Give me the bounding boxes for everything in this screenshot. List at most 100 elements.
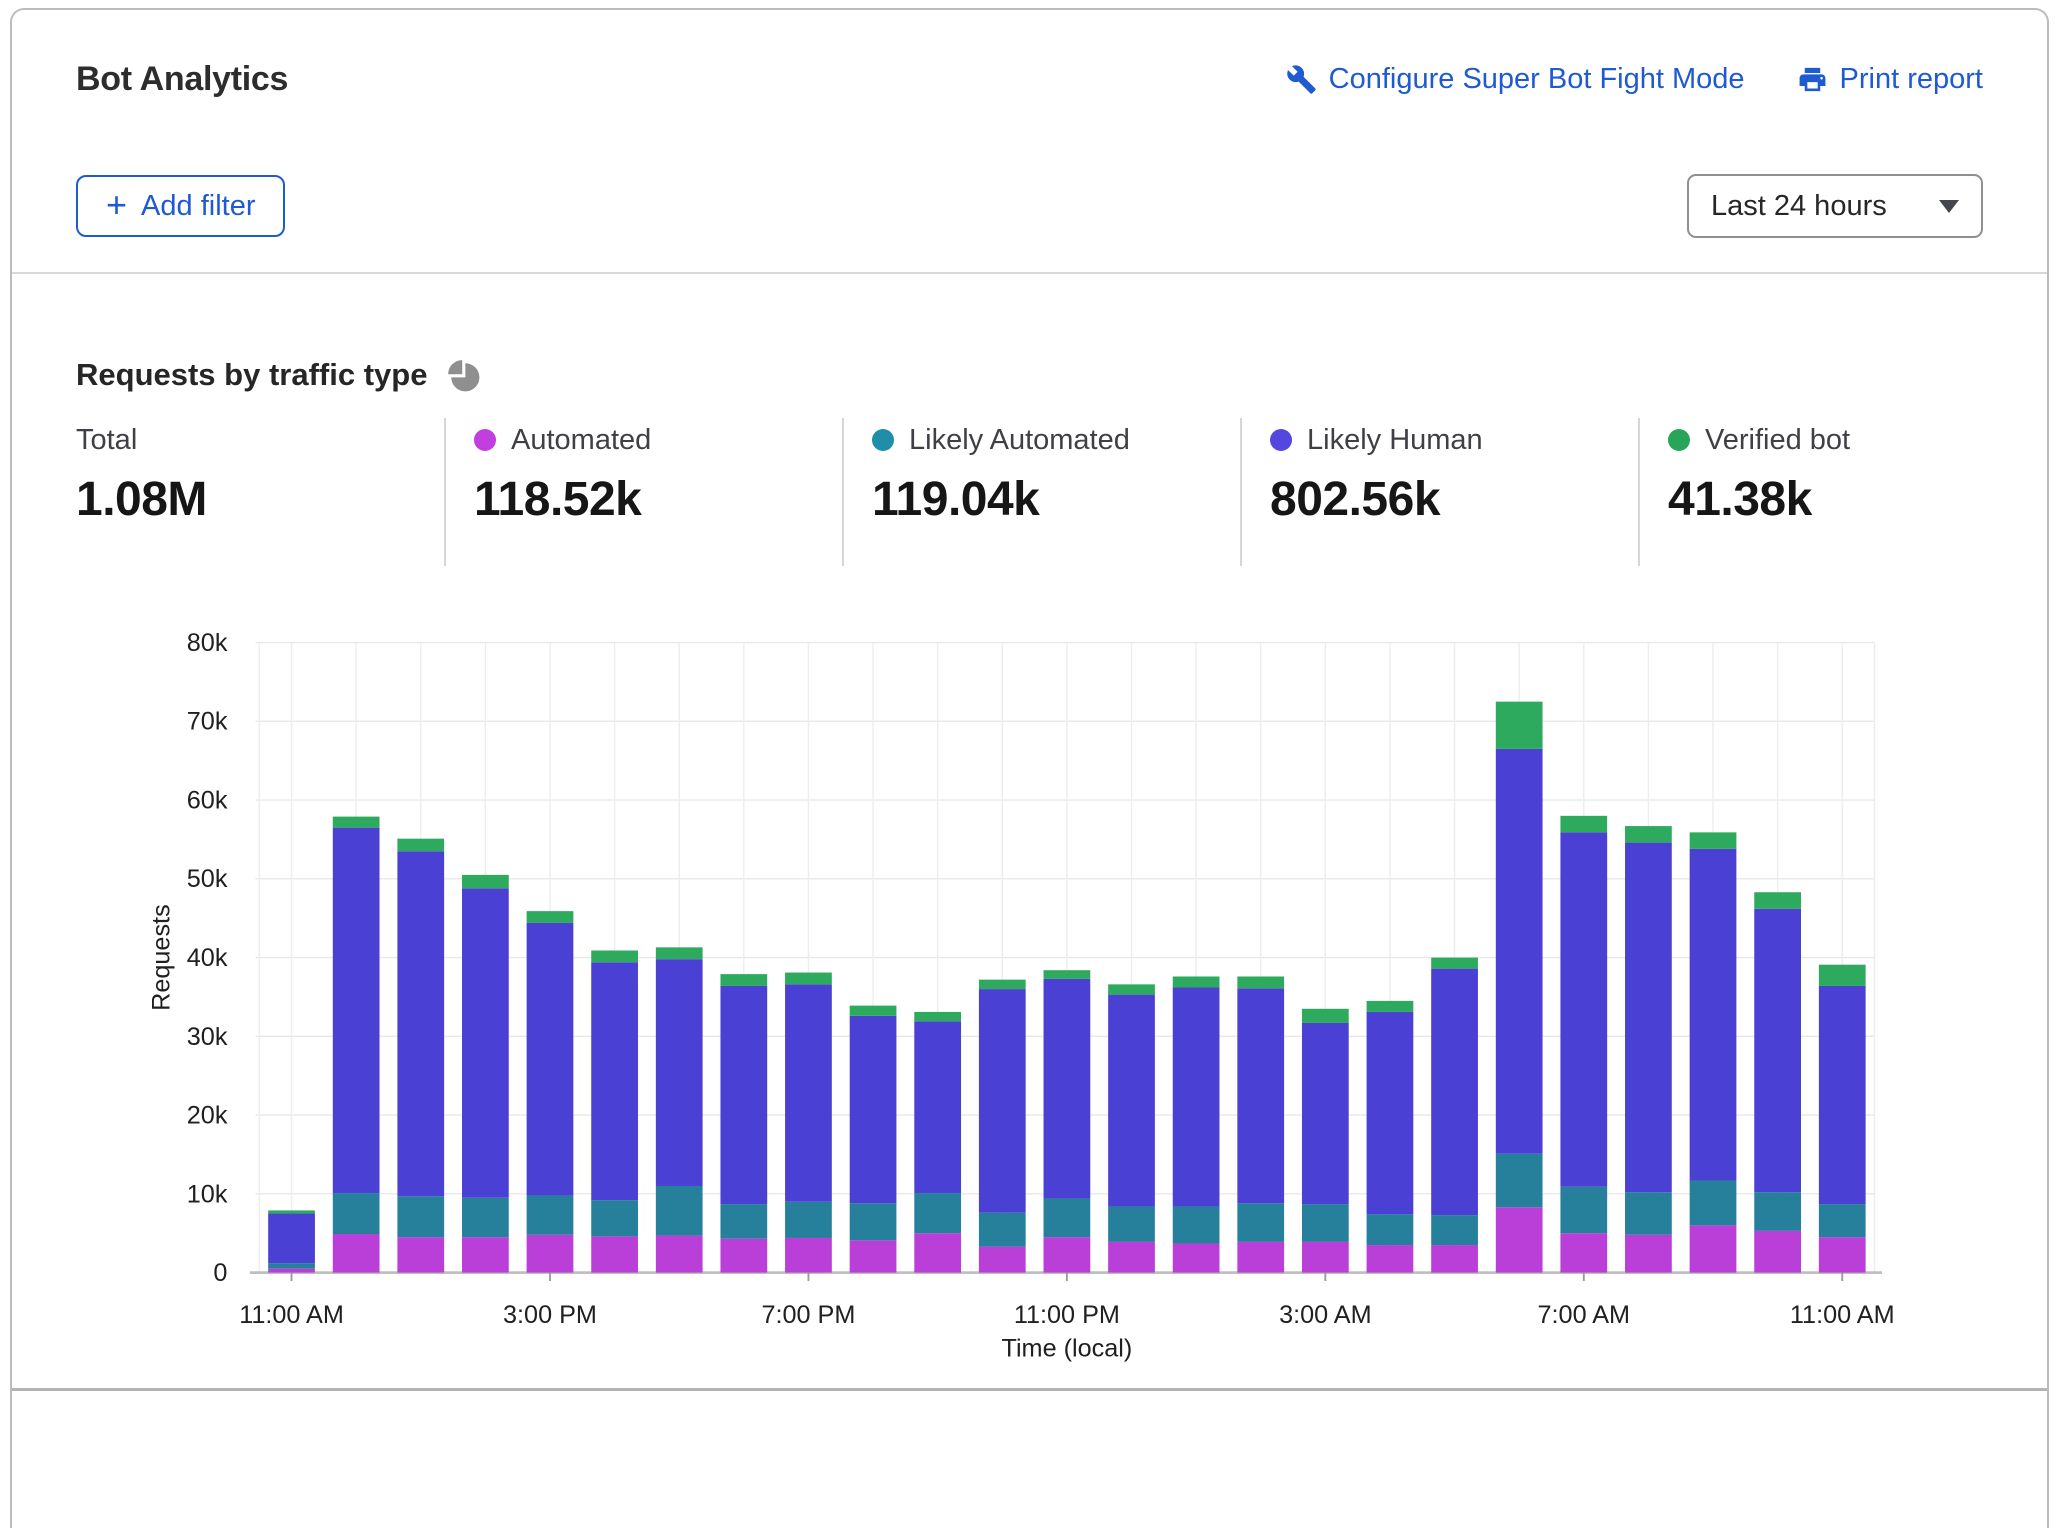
bar-segment[interactable] [1496, 749, 1543, 1154]
bar-segment[interactable] [527, 1235, 574, 1273]
bar-segment[interactable] [397, 851, 444, 1196]
bar-segment[interactable] [1690, 1180, 1737, 1225]
bar-segment[interactable] [914, 1021, 961, 1193]
bar-segment[interactable] [527, 923, 574, 1195]
bar-segment[interactable] [1302, 1009, 1349, 1023]
bar-segment[interactable] [850, 1240, 897, 1272]
bar-segment[interactable] [656, 1186, 703, 1236]
bar-segment[interactable] [1173, 988, 1220, 1207]
bar-segment[interactable] [591, 1200, 638, 1236]
bar-segment[interactable] [1173, 1206, 1220, 1243]
bar-segment[interactable] [1302, 1023, 1349, 1204]
bar-segment[interactable] [1237, 988, 1284, 1203]
bar-segment[interactable] [720, 1239, 767, 1273]
bar-segment[interactable] [1690, 1225, 1737, 1272]
bar-segment[interactable] [1496, 1154, 1543, 1208]
bar-segment[interactable] [1044, 1199, 1091, 1238]
bar-segment[interactable] [656, 947, 703, 959]
bar-segment[interactable] [1819, 986, 1866, 1204]
bar-segment[interactable] [1108, 984, 1155, 994]
bar-segment[interactable] [1754, 909, 1801, 1193]
bar-segment[interactable] [979, 989, 1026, 1213]
bar-segment[interactable] [656, 959, 703, 1186]
bar-segment[interactable] [1044, 979, 1091, 1199]
bar-segment[interactable] [1108, 1206, 1155, 1241]
stat-likely-automated[interactable]: Likely Automated 119.04k [842, 418, 1240, 566]
bar-segment[interactable] [1819, 1237, 1866, 1272]
bar-segment[interactable] [527, 1195, 574, 1234]
bar-segment[interactable] [850, 1016, 897, 1203]
bar-segment[interactable] [333, 1234, 380, 1273]
bar-segment[interactable] [1367, 1214, 1414, 1245]
bar-segment[interactable] [1625, 826, 1672, 843]
bar-segment[interactable] [1819, 965, 1866, 986]
bar-segment[interactable] [527, 911, 574, 923]
bar-segment[interactable] [462, 888, 509, 1198]
bar-segment[interactable] [914, 1193, 961, 1233]
bar-segment[interactable] [1237, 1242, 1284, 1273]
bar-segment[interactable] [850, 1006, 897, 1016]
bar-segment[interactable] [656, 1236, 703, 1273]
add-filter-button[interactable]: + Add filter [76, 175, 285, 237]
bar-segment[interactable] [1302, 1242, 1349, 1273]
bar-segment[interactable] [1431, 1245, 1478, 1273]
bar-segment[interactable] [1237, 976, 1284, 988]
bar-segment[interactable] [785, 1202, 832, 1238]
bar-segment[interactable] [1431, 1215, 1478, 1245]
bar-segment[interactable] [1560, 1187, 1607, 1233]
bar-segment[interactable] [268, 1263, 315, 1269]
bar-segment[interactable] [1560, 1233, 1607, 1272]
bar-segment[interactable] [1431, 958, 1478, 969]
bar-segment[interactable] [268, 1269, 315, 1273]
bar-segment[interactable] [462, 1198, 509, 1237]
bar-segment[interactable] [397, 839, 444, 852]
bar-segment[interactable] [1690, 832, 1737, 849]
bar-segment[interactable] [1754, 1231, 1801, 1273]
bar-segment[interactable] [462, 1237, 509, 1272]
bar-segment[interactable] [1367, 1001, 1414, 1012]
bar-segment[interactable] [397, 1237, 444, 1272]
bar-segment[interactable] [1173, 1243, 1220, 1272]
bar-segment[interactable] [333, 817, 380, 828]
stat-automated[interactable]: Automated 118.52k [444, 418, 842, 566]
bar-segment[interactable] [979, 1213, 1026, 1247]
bar-segment[interactable] [1690, 849, 1737, 1181]
bar-segment[interactable] [720, 974, 767, 986]
bar-segment[interactable] [850, 1203, 897, 1240]
bar-segment[interactable] [333, 1193, 380, 1234]
bar-segment[interactable] [1496, 702, 1543, 749]
bar-segment[interactable] [462, 875, 509, 888]
bar-segment[interactable] [1108, 995, 1155, 1207]
configure-super-bot-fight-mode-link[interactable]: Configure Super Bot Fight Mode [1286, 63, 1745, 96]
bar-segment[interactable] [1560, 816, 1607, 833]
bar-segment[interactable] [1625, 1235, 1672, 1273]
bar-segment[interactable] [1044, 1237, 1091, 1272]
bar-segment[interactable] [1560, 832, 1607, 1186]
bar-segment[interactable] [333, 828, 380, 1193]
bar-segment[interactable] [979, 980, 1026, 989]
bar-segment[interactable] [720, 986, 767, 1204]
bar-segment[interactable] [1237, 1203, 1284, 1242]
bar-segment[interactable] [785, 973, 832, 985]
print-report-link[interactable]: Print report [1797, 63, 1983, 96]
bar-segment[interactable] [1754, 892, 1801, 909]
bar-segment[interactable] [785, 1238, 832, 1273]
bar-segment[interactable] [1625, 1192, 1672, 1235]
stat-verified-bot[interactable]: Verified bot 41.38k [1638, 418, 1983, 566]
bar-segment[interactable] [720, 1204, 767, 1239]
bar-segment[interactable] [591, 1236, 638, 1272]
time-range-select[interactable]: Last 24 hours [1687, 174, 1983, 238]
bar-segment[interactable] [1625, 843, 1672, 1193]
bar-segment[interactable] [268, 1214, 315, 1264]
bar-segment[interactable] [1044, 970, 1091, 979]
bar-segment[interactable] [979, 1247, 1026, 1273]
bar-segment[interactable] [1367, 1245, 1414, 1273]
bar-segment[interactable] [397, 1196, 444, 1237]
bar-segment[interactable] [1302, 1204, 1349, 1242]
bar-segment[interactable] [1431, 969, 1478, 1216]
bar-segment[interactable] [785, 984, 832, 1201]
bar-segment[interactable] [268, 1210, 315, 1213]
bar-segment[interactable] [1754, 1192, 1801, 1231]
bar-segment[interactable] [1367, 1012, 1414, 1214]
bar-segment[interactable] [591, 962, 638, 1200]
